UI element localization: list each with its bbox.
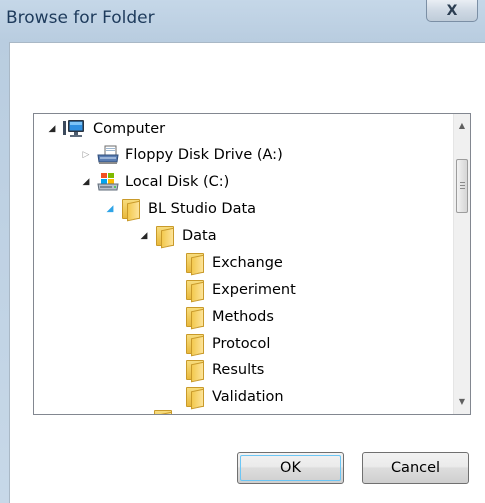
scroll-down-icon: ▼ — [458, 397, 466, 406]
close-icon: X — [446, 2, 458, 19]
close-button[interactable]: X — [426, 0, 478, 22]
scroll-up-button[interactable]: ▲ — [454, 117, 470, 134]
folder-icon — [154, 226, 176, 249]
folder-icon — [184, 280, 206, 303]
tree-item-label: Exchange — [212, 255, 283, 271]
folder-icon — [152, 410, 174, 414]
title-bar[interactable]: Browse for Folder X — [0, 0, 485, 42]
tree-item-exchange[interactable]: Exchange — [184, 251, 283, 276]
tree-item-label: BL Studio Data — [148, 201, 257, 217]
expand-arrow-icon[interactable]: ◢ — [80, 176, 92, 188]
tree-item-local-disk[interactable]: ◢ Local Disk (C:) — [80, 170, 229, 194]
tree-item-label: Validation — [212, 389, 284, 405]
vertical-scrollbar[interactable]: ▲ ▼ — [453, 114, 470, 414]
tree-item-bl-studio-data[interactable]: ◢ BL Studio Data — [104, 197, 257, 222]
scroll-up-icon: ▲ — [458, 121, 466, 130]
folder-icon — [184, 387, 206, 410]
expand-arrow-icon[interactable]: ◢ — [138, 230, 150, 242]
floppy-drive-icon — [96, 145, 120, 165]
window-title: Browse for Folder — [6, 8, 155, 28]
tree-item-label: Data — [182, 228, 217, 244]
tree-item-label: Methods — [212, 309, 274, 325]
tree-item-label: Experiment — [212, 282, 296, 298]
tree-item-label: Protocol — [212, 336, 271, 352]
tree-item-methods[interactable]: Methods — [184, 305, 274, 330]
cancel-button-label: Cancel — [390, 460, 441, 476]
folder-icon — [184, 334, 206, 357]
tree-item-label: Floppy Disk Drive (A:) — [125, 147, 283, 163]
ok-button[interactable]: OK — [237, 452, 344, 484]
tree-item-floppy-disk-drive[interactable]: ▷ Floppy Disk Drive (A:) — [80, 143, 283, 167]
expand-arrow-icon[interactable]: ◢ — [46, 123, 58, 135]
tree-item-label: Computer — [93, 121, 166, 137]
ok-button-label: OK — [280, 460, 301, 476]
folder-icon — [184, 253, 206, 276]
tree-item-results[interactable]: Results — [184, 358, 265, 383]
scroll-thumb[interactable] — [456, 159, 468, 213]
folder-icon — [184, 307, 206, 330]
tree-item-partial[interactable] — [152, 408, 180, 414]
tree-item-data[interactable]: ◢ Data — [138, 224, 217, 249]
tree-item-label: Results — [212, 362, 265, 378]
folder-tree[interactable]: ◢ Computer ▷ Floppy Disk Drive (A:) ◢ Lo… — [33, 113, 471, 415]
folder-icon — [120, 199, 142, 222]
tree-item-validation[interactable]: Validation — [184, 385, 284, 410]
folder-icon — [184, 360, 206, 383]
tree-item-experiment[interactable]: Experiment — [184, 278, 296, 303]
tree-item-protocol[interactable]: Protocol — [184, 332, 271, 357]
expand-arrow-icon[interactable]: ◢ — [104, 203, 116, 215]
browse-for-folder-dialog: Browse for Folder X ◢ Computer ▷ Floppy … — [0, 0, 485, 503]
scroll-down-button[interactable]: ▼ — [454, 393, 470, 410]
collapse-arrow-icon[interactable]: ▷ — [80, 149, 92, 161]
computer-icon — [62, 119, 88, 139]
local-disk-icon — [96, 172, 120, 192]
grip-icon — [460, 182, 465, 189]
tree-item-label: Local Disk (C:) — [125, 174, 230, 190]
cancel-button[interactable]: Cancel — [362, 452, 469, 484]
tree-item-computer[interactable]: ◢ Computer — [46, 117, 165, 141]
